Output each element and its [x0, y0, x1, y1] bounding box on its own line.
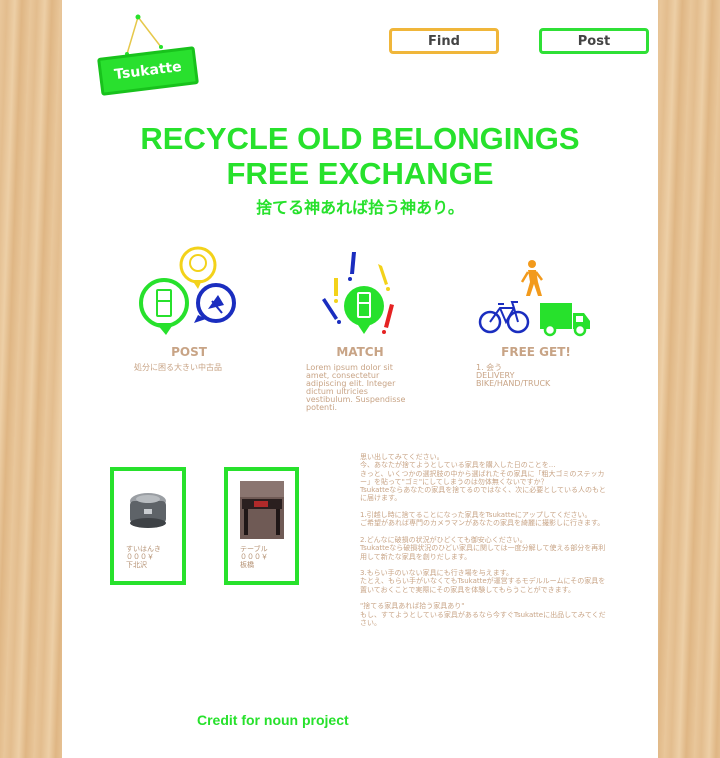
- post-step-icon: [139, 246, 236, 335]
- match-step-icon: [322, 252, 394, 334]
- story-paragraph: 3.もらい手のいない家具にも行き場を与えます。 たとえ、もらい手がいなくてもTs…: [360, 569, 606, 594]
- item-info: テーブル ０００￥ 板橋: [240, 545, 268, 569]
- story-paragraph: "捨てる家具あれば拾う家具あり" もし、すてようとしている家具があるなら今すぐT…: [360, 602, 606, 627]
- free-get-step-desc: 1. 会う DELIVERY BIKE/HAND/TRUCK: [476, 364, 586, 388]
- hero-title: RECYCLE OLD BELONGINGS FREE EXCHANGE: [62, 121, 658, 191]
- story-paragraph: 思い出してみてください。 今、あなたが捨てようとしている家具を購入した日のことを…: [360, 453, 606, 503]
- match-step-desc: Lorem ipsum dolor sit amet, consectetur …: [306, 363, 406, 412]
- post-step-desc: 処分に困る大きい中古品: [134, 363, 222, 372]
- hero-subtitle: 捨てる神あれば拾う神あり。: [256, 198, 464, 217]
- hero-title-line2: FREE EXCHANGE: [226, 156, 494, 191]
- item-name: テーブル: [240, 545, 268, 553]
- free-get-desc-line3: BIKE/HAND/TRUCK: [476, 379, 551, 388]
- story-paragraph: 1.引越し時に捨てることになった家具をTsukatteにアップしてください。 ご…: [360, 511, 605, 528]
- story-paragraph: 2.どんなに破損の状況がひどくても御安心ください。 Tsukatteなら破損状況…: [360, 535, 606, 561]
- item-name: すいはんき: [126, 545, 161, 553]
- table-image: [240, 481, 284, 539]
- story-text: 思い出してみてください。 今、あなたが捨てようとしている家具を購入した日のことを…: [360, 453, 612, 636]
- match-step-title: MATCH: [336, 345, 384, 359]
- item-price: ０００￥: [126, 553, 154, 561]
- free-get-step-title: FREE GET!: [501, 345, 571, 359]
- item-price: ０００￥: [240, 553, 268, 561]
- item-location: 板橋: [240, 561, 254, 569]
- post-button[interactable]: Post: [539, 28, 649, 54]
- item-card[interactable]: すいはんき ０００￥ 下北沢: [110, 467, 186, 585]
- logo[interactable]: Tsukatte: [93, 14, 203, 96]
- free-get-step-icon: [478, 260, 590, 337]
- item-info: すいはんき ０００￥ 下北沢: [126, 545, 161, 569]
- rice-cooker-image: [126, 481, 170, 539]
- post-step-title: POST: [171, 345, 207, 359]
- hero-title-line1: RECYCLE OLD BELONGINGS: [140, 121, 580, 156]
- item-card[interactable]: テーブル ０００￥ 板橋: [224, 467, 299, 585]
- item-location: 下北沢: [126, 561, 147, 569]
- credit-link[interactable]: Credit for noun project: [197, 712, 349, 728]
- find-button[interactable]: Find: [389, 28, 499, 54]
